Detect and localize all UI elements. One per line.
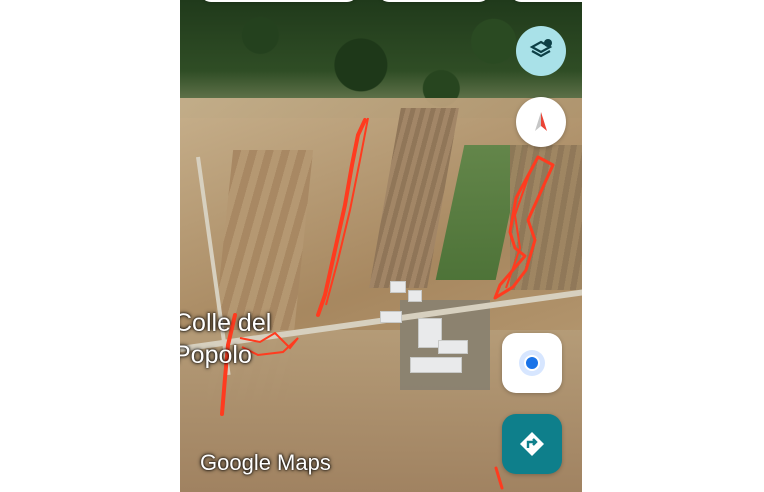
track-line-north	[316, 118, 367, 317]
map-view[interactable]: Colle del Popolo Google Maps	[180, 0, 582, 492]
layers-button[interactable]	[516, 26, 566, 76]
track-line-north-inner	[325, 117, 369, 306]
compass-button[interactable]	[516, 97, 566, 147]
layers-icon	[529, 39, 553, 58]
track-loop-east	[493, 155, 555, 300]
location-dot-icon	[519, 350, 545, 376]
compass-icon	[535, 112, 547, 131]
top-chip[interactable]	[510, 0, 582, 2]
place-label-line2: Popolo	[180, 341, 252, 369]
place-label: Colle del Popolo	[180, 307, 314, 371]
top-chip[interactable]	[378, 0, 490, 2]
place-label-line1: Colle del	[180, 309, 272, 337]
my-location-button[interactable]	[502, 333, 562, 393]
directions-button[interactable]	[502, 414, 562, 474]
directions-icon	[520, 432, 544, 456]
top-chip[interactable]	[200, 0, 358, 2]
track-short-south	[494, 466, 504, 490]
google-maps-logo: Google Maps	[200, 450, 331, 475]
